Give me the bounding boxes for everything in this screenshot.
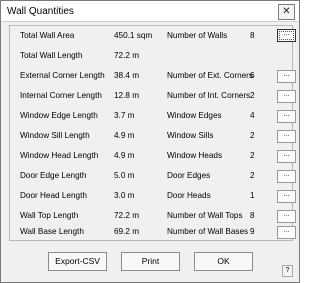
total-wall-area-value: 450.1 sqm — [114, 31, 153, 40]
window-edges-value: 4 — [250, 111, 255, 120]
number-of-walls-value: 8 — [250, 31, 255, 40]
internal-corner-length-label: Internal Corner Length — [20, 91, 102, 100]
window-sill-length-label: Window Sill Length — [20, 131, 90, 140]
door-edges-value: 2 — [250, 171, 255, 180]
window-edge-length-label: Window Edge Length — [20, 111, 98, 120]
close-button[interactable]: ✕ — [278, 4, 295, 20]
print-button[interactable]: Print — [121, 252, 180, 271]
window-heads-details-button[interactable]: ... — [277, 150, 296, 163]
window-edges-details-button[interactable]: ... — [277, 110, 296, 123]
quantities-group: Total Wall Area 450.1 sqm Number of Wall… — [9, 25, 296, 241]
window-head-length-label: Window Head Length — [20, 151, 99, 160]
window-head-length-value: 4.9 m — [114, 151, 135, 160]
window-sill-length-value: 4.9 m — [114, 131, 135, 140]
ext-corners-label: Number of Ext. Corners — [167, 71, 253, 80]
window-edge-length-value: 3.7 m — [114, 111, 135, 120]
door-edges-label: Door Edges — [167, 171, 211, 180]
int-corners-value: 2 — [250, 91, 255, 100]
door-head-length-value: 3.0 m — [114, 191, 135, 200]
wall-quantities-dialog: Wall Quantities ✕ Total Wall Area 450.1 … — [0, 0, 300, 283]
wall-tops-label: Number of Wall Tops — [167, 211, 243, 220]
window-edges-label: Window Edges — [167, 111, 222, 120]
door-heads-value: 1 — [250, 191, 255, 200]
total-wall-area-label: Total Wall Area — [20, 31, 75, 40]
window-sills-label: Window Sills — [167, 131, 214, 140]
wall-base-length-value: 69.2 m — [114, 227, 140, 236]
door-edges-details-button[interactable]: ... — [277, 170, 296, 183]
int-corners-details-button[interactable]: ... — [277, 90, 296, 103]
title-bar: Wall Quantities ✕ — [1, 1, 299, 22]
internal-corner-length-value: 12.8 m — [114, 91, 140, 100]
external-corner-length-value: 38.4 m — [114, 71, 140, 80]
window-sills-details-button[interactable]: ... — [277, 130, 296, 143]
help-button[interactable]: ? — [282, 265, 293, 277]
door-head-length-label: Door Head Length — [20, 191, 87, 200]
wall-top-length-label: Wall Top Length — [20, 211, 79, 220]
door-edge-length-value: 5.0 m — [114, 171, 135, 180]
wall-bases-value: 9 — [250, 227, 255, 236]
number-of-walls-label: Number of Walls — [167, 31, 228, 40]
wall-tops-value: 8 — [250, 211, 255, 220]
wall-bases-details-button[interactable]: ... — [277, 226, 296, 239]
wall-tops-details-button[interactable]: ... — [277, 210, 296, 223]
external-corner-length-label: External Corner Length — [20, 71, 105, 80]
door-edge-length-label: Door Edge Length — [20, 171, 87, 180]
door-heads-label: Door Heads — [167, 191, 211, 200]
ext-corners-details-button[interactable]: ... — [277, 70, 296, 83]
walls-details-button[interactable]: ... — [277, 29, 296, 42]
window-heads-value: 2 — [250, 151, 255, 160]
window-heads-label: Window Heads — [167, 151, 223, 160]
wall-base-length-label: Wall Base Length — [20, 227, 84, 236]
ok-button[interactable]: OK — [194, 252, 253, 271]
int-corners-label: Number of Int. Corners — [167, 91, 251, 100]
door-heads-details-button[interactable]: ... — [277, 190, 296, 203]
dialog-title: Wall Quantities — [7, 6, 74, 17]
wall-bases-label: Number of Wall Bases — [167, 227, 249, 236]
ext-corners-value: 6 — [250, 71, 255, 80]
wall-top-length-value: 72.2 m — [114, 211, 140, 220]
total-wall-length-label: Total Wall Length — [20, 51, 83, 60]
total-wall-length-value: 72.2 m — [114, 51, 140, 60]
window-sills-value: 2 — [250, 131, 255, 140]
export-csv-button[interactable]: Export-CSV — [48, 252, 107, 271]
